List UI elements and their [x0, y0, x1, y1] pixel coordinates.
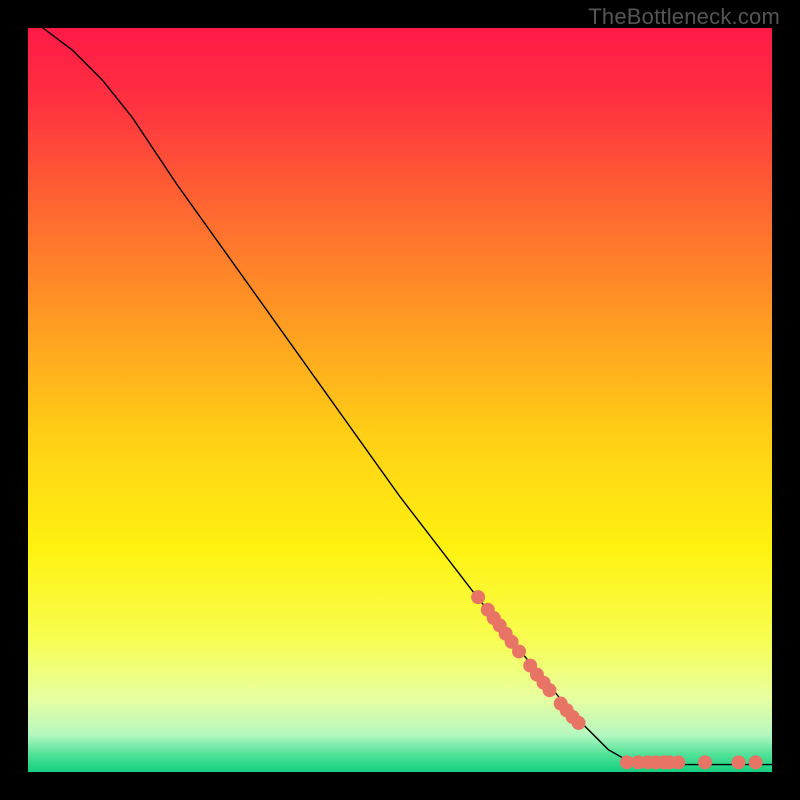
data-marker — [572, 716, 586, 730]
watermark-text: TheBottleneck.com — [588, 4, 780, 30]
chart-plot — [28, 28, 772, 772]
data-marker — [732, 755, 746, 769]
chart-svg — [28, 28, 772, 772]
data-marker — [698, 755, 712, 769]
data-marker — [671, 755, 685, 769]
data-marker — [749, 755, 763, 769]
data-marker — [512, 644, 526, 658]
data-marker — [543, 683, 557, 697]
gradient-background — [28, 28, 772, 772]
data-marker — [471, 590, 485, 604]
chart-page: TheBottleneck.com — [0, 0, 800, 800]
